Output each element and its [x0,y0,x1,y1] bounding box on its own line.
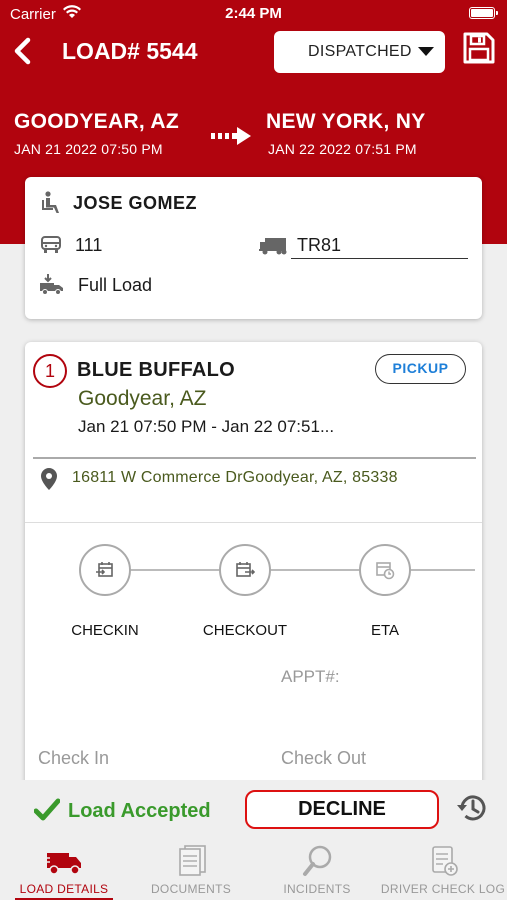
stop-city: Goodyear, AZ [78,387,207,410]
appt-label: APPT#: [281,667,340,686]
caret-down-icon [418,47,434,56]
clock-time: 2:44 PM [225,5,282,22]
checkin-step-button[interactable] [79,544,131,596]
person-seat-icon [42,191,59,213]
stop-name: BLUE BUFFALO [77,359,236,381]
tab-driver-check-log[interactable]: DRIVER CHECK LOG [380,842,506,900]
checkmark-icon [34,798,60,821]
check-out-label: Check Out [281,748,367,768]
tab-documents[interactable]: DOCUMENTS [128,842,254,900]
history-icon[interactable] [456,793,488,823]
eta-icon [376,562,395,580]
truck-number: 111 [75,235,103,255]
stop-address[interactable]: 16811 W Commerce DrGoodyear, AZ, 85338 [72,469,398,487]
stop-card[interactable]: 1 BLUE BUFFALO PICKUP Goodyear, AZ Jan 2… [25,342,482,802]
origin-date: JAN 21 2022 07:50 PM [14,141,163,157]
decline-button[interactable]: DECLINE [245,790,439,829]
bottom-bar: Load Accepted DECLINE LOAD DETAILS DOCUM… [0,780,507,900]
tab-incidents[interactable]: INCIDENTS [254,842,380,900]
tab-load-details-label: LOAD DETAILS [19,882,109,896]
route-arrow-icon [211,127,251,145]
tab-documents-label: DOCUMENTS [150,882,232,896]
status-dropdown[interactable]: DISPATCHED [274,31,445,73]
destination-city: NEW YORK, NY [266,110,426,133]
checkin-icon [96,562,113,577]
eta-label: ETA [370,622,400,639]
origin-city: GOODYEAR, AZ [14,110,179,133]
load-truck-icon [40,274,63,295]
trailer-icon [259,238,287,255]
checkin-label: CHECKIN [71,622,139,639]
save-icon[interactable] [463,32,495,64]
documents-icon [179,845,206,876]
checkout-label: CHECKOUT [202,622,288,639]
pickup-badge: PICKUP [375,354,466,384]
location-pin-icon [41,468,57,490]
tab-load-details[interactable]: LOAD DETAILS [1,842,127,900]
truck-front-icon [41,236,61,253]
tab-bar: LOAD DETAILS DOCUMENTS INCIDENTS DRIVER … [0,842,507,900]
divider [33,457,476,459]
load-title: LOAD# 5544 [62,38,198,64]
tab-incidents-label: INCIDENTS [283,882,351,896]
destination-date: JAN 22 2022 07:51 PM [268,141,417,157]
status-bar: Carrier 2:44 PM [0,0,507,28]
check-log-icon [432,846,458,876]
magnifier-icon [303,845,332,876]
checkout-step-button[interactable] [219,544,271,596]
driver-name: JOSE GOMEZ [73,193,198,213]
back-arrow-icon[interactable] [8,34,38,68]
load-accepted-status: Load Accepted [68,800,211,822]
truck-icon [44,853,81,875]
status-dropdown-value: DISPATCHED [308,43,412,60]
stop-time-range: Jan 21 07:50 PM - Jan 22 07:51... [78,417,335,436]
checkout-icon [236,562,255,577]
divider [25,522,482,523]
timeline-line [105,569,475,571]
battery-icon [469,7,498,19]
tab-driver-check-log-label: DRIVER CHECK LOG [380,882,506,896]
load-type: Full Load [78,275,153,295]
stop-number: 1 [33,354,67,388]
check-in-label: Check In [38,748,110,768]
trailer-number-field[interactable]: TR81 [291,233,468,259]
driver-card: JOSE GOMEZ 111 TR81 Full Load [25,177,482,319]
eta-step-button[interactable] [359,544,411,596]
